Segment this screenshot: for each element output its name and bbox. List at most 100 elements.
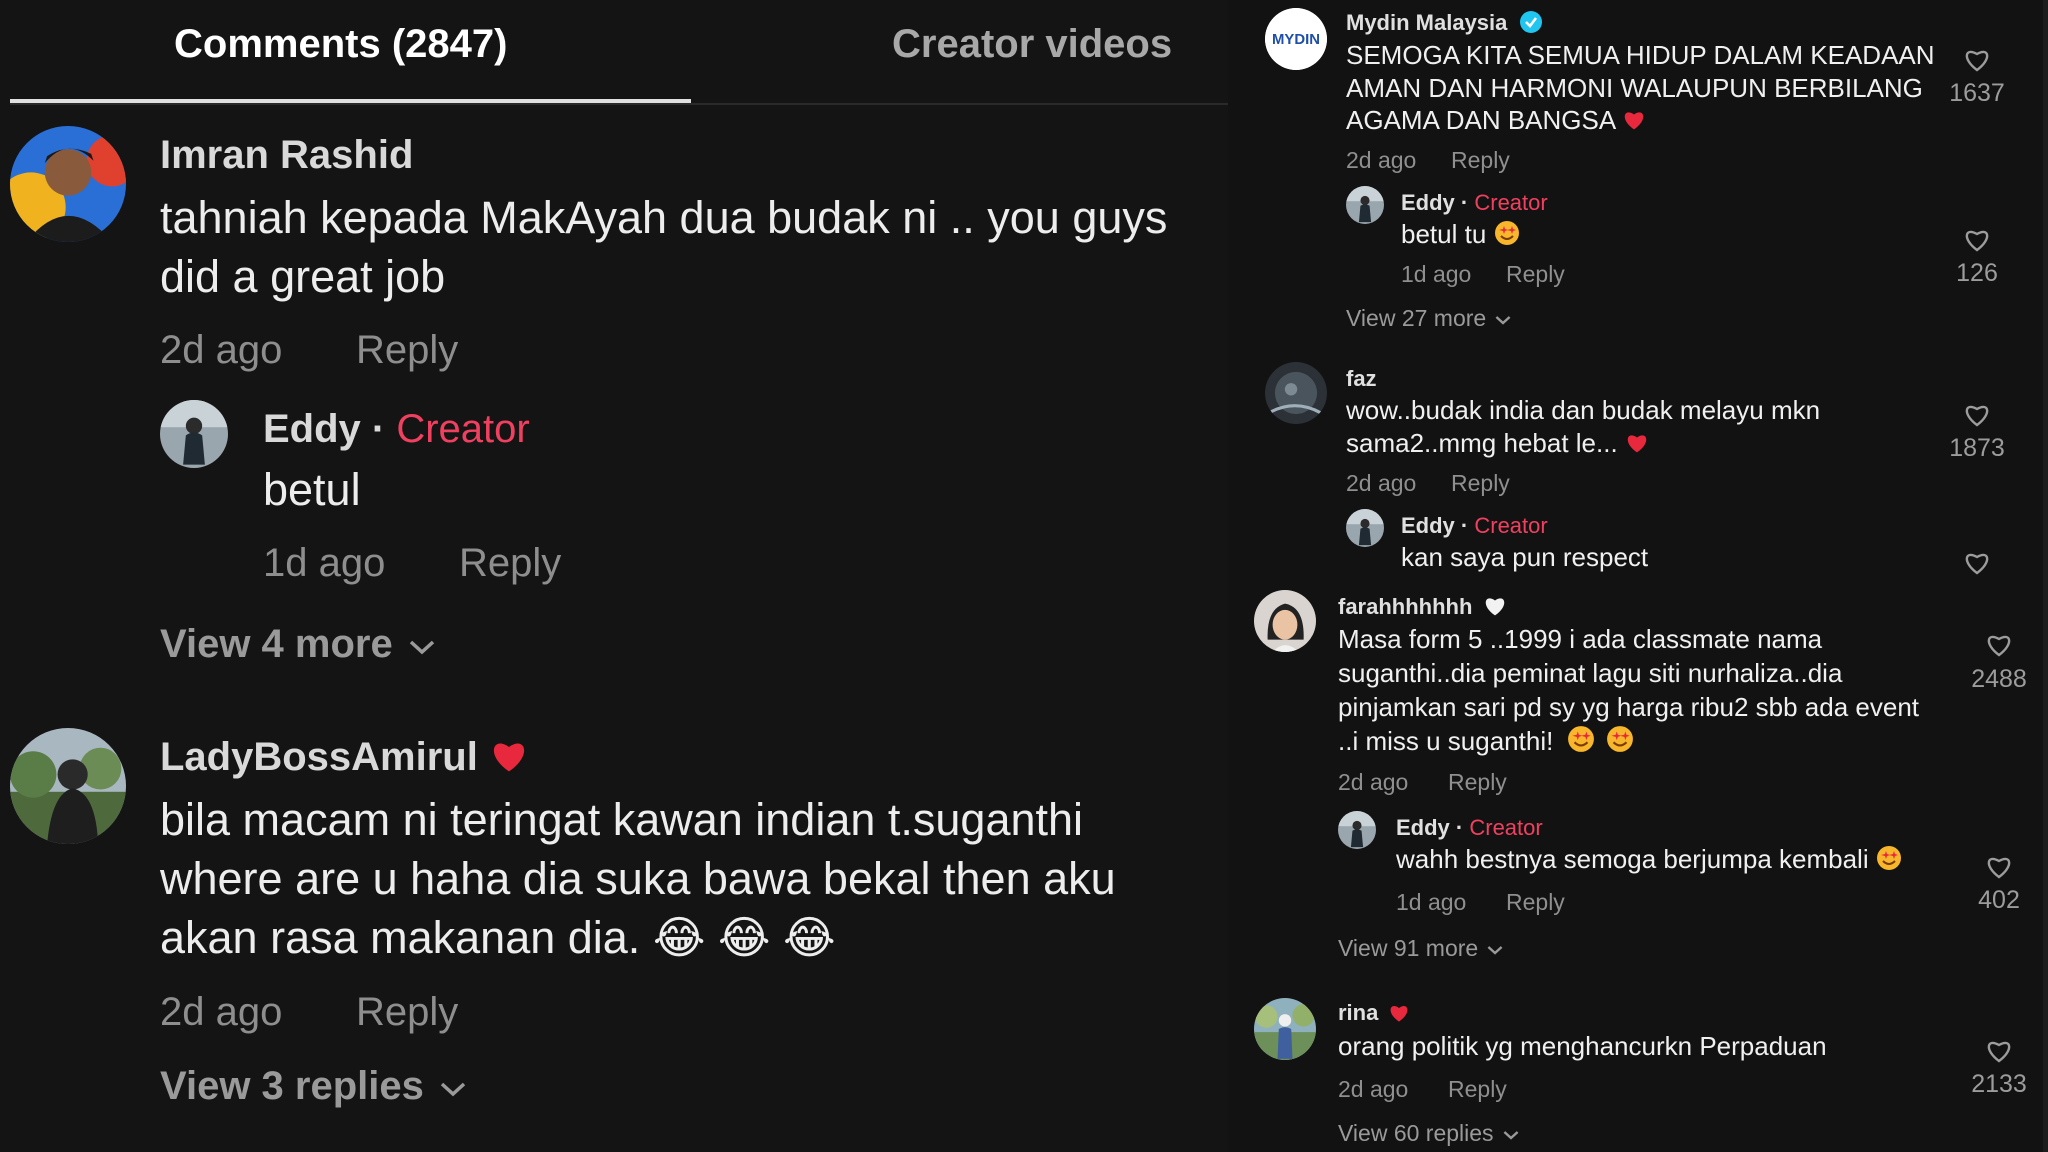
comment-timestamp: 2d ago (1338, 769, 1409, 795)
star-struck-emoji (1494, 220, 1520, 254)
tab-comments[interactable]: Comments (2847) (174, 22, 507, 67)
commenter-name[interactable]: Mydin Malaysia (1346, 10, 1542, 39)
commenter-name[interactable]: LadyBossAmirul (160, 735, 529, 784)
reply-timestamp: 1d ago (1401, 261, 1472, 287)
view-replies-label: View 3 replies (160, 1064, 424, 1108)
avatar[interactable] (10, 126, 126, 242)
view-more-replies[interactable]: View 91 more (1338, 935, 1504, 962)
reply-button[interactable]: Reply (1448, 1076, 1507, 1103)
view-more-replies[interactable]: View 4 more (160, 622, 437, 667)
reply-button[interactable]: Reply (356, 990, 458, 1035)
like-count: 126 (1956, 259, 1998, 287)
heart-icon[interactable] (1984, 852, 2014, 880)
comment-text-line: SEMOGA KITA SEMUA HIDUP DALAM KEADAAN (1346, 40, 1935, 70)
reply-author-name[interactable]: Eddy (1401, 190, 1455, 215)
heart-icon[interactable] (1962, 45, 1992, 73)
comment-text-line: akan rasa makanan dia. 😂 😂 😂 (160, 908, 836, 968)
reply-text-content: betul tu (1401, 219, 1487, 249)
commenter-name-text[interactable]: Mydin Malaysia (1346, 10, 1507, 35)
white-heart-emoji (1483, 595, 1507, 623)
comment-text-line: suganthi..dia peminat lagu siti nurhaliz… (1338, 658, 1843, 688)
reply-author[interactable]: Eddy · Creator (1401, 513, 1548, 539)
creator-badge: Creator (1474, 513, 1548, 538)
active-tab-indicator (10, 99, 691, 103)
comment-text: orang politik yg menghancurkn Perpaduan (1338, 1031, 1827, 1061)
creator-badge: Creator (1474, 190, 1548, 215)
avatar[interactable] (160, 400, 228, 468)
commenter-name[interactable]: faz (1346, 366, 1377, 392)
red-heart-emoji (1388, 1003, 1410, 1029)
reply-button[interactable]: Reply (1506, 889, 1565, 916)
separator: · (1449, 815, 1470, 840)
heart-icon[interactable] (1962, 225, 1992, 253)
like-count: 1873 (1949, 434, 2005, 462)
avatar[interactable] (1338, 811, 1376, 849)
commenter-name-text[interactable]: farahhhhhhh (1338, 594, 1472, 619)
commenter-name[interactable]: farahhhhhhh (1338, 594, 1507, 623)
star-struck-emoji (1567, 725, 1595, 761)
separator: · (360, 407, 397, 451)
tab-creator-videos[interactable]: Creator videos (892, 22, 1172, 67)
heart-icon[interactable] (1984, 1036, 2014, 1064)
reply-button[interactable]: Reply (459, 541, 561, 586)
avatar[interactable]: MYDIN (1265, 8, 1327, 70)
reply-author-name[interactable]: Eddy (1401, 513, 1455, 538)
like-count: 2133 (1971, 1070, 2027, 1098)
reply-button[interactable]: Reply (1448, 769, 1507, 796)
heart-icon[interactable] (1962, 400, 1992, 428)
reply-button[interactable]: Reply (1451, 470, 1510, 497)
like-count: 2488 (1971, 665, 2027, 693)
reply-button[interactable]: Reply (1451, 147, 1510, 174)
reply-button[interactable]: Reply (1506, 261, 1565, 288)
tab-divider (10, 103, 1228, 105)
reply-text: wahh bestnya semoga berjumpa kembali (1396, 843, 1902, 879)
avatar[interactable] (1254, 590, 1316, 652)
mydin-logo-text: MYDIN (1272, 32, 1320, 48)
avatar[interactable] (1346, 509, 1384, 547)
avatar[interactable] (1265, 362, 1327, 424)
avatar[interactable] (1254, 998, 1316, 1060)
heart-icon[interactable] (1984, 630, 2014, 658)
reply-author-name[interactable]: Eddy (263, 407, 361, 451)
commenter-name-text[interactable]: rina (1338, 1000, 1378, 1025)
star-struck-emoji (1606, 725, 1634, 761)
comment-text-line: pinjamkan sari pd sy yg harga ribu2 sbb … (1338, 692, 1920, 722)
commenter-name[interactable]: Imran Rashid (160, 133, 413, 178)
view-more-replies[interactable]: View 27 more (1346, 305, 1512, 332)
reply-author-name[interactable]: Eddy (1396, 815, 1450, 840)
commenter-name[interactable]: rina (1338, 1000, 1410, 1029)
like-count: 1637 (1949, 79, 2005, 107)
heart-icon[interactable] (1962, 548, 1992, 576)
view-more-label: View 4 more (160, 622, 393, 666)
red-heart-emoji (1625, 429, 1649, 462)
view-replies[interactable]: View 60 replies (1338, 1120, 1520, 1147)
view-more-label: View 27 more (1346, 305, 1487, 331)
creator-badge: Creator (396, 407, 530, 451)
avatar[interactable] (10, 728, 126, 844)
reply-author[interactable]: Eddy · Creator (1396, 815, 1543, 841)
reply-author[interactable]: Eddy · Creator (263, 407, 530, 452)
scrollbar[interactable] (2043, 0, 2048, 1152)
reply-author[interactable]: Eddy · Creator (1401, 190, 1548, 216)
comment-text: AGAMA DAN BANGSA (1346, 105, 1615, 135)
reply-text-content: wahh bestnya semoga berjumpa kembali (1396, 844, 1869, 874)
reply-timestamp: 1d ago (263, 541, 386, 585)
red-heart-emoji (489, 738, 529, 784)
chevron-down-icon (1494, 305, 1512, 332)
comment-timestamp: 2d ago (160, 990, 283, 1034)
chevron-down-icon (438, 1064, 468, 1109)
comment-text-line: did a great job (160, 251, 446, 302)
avatar[interactable] (1346, 186, 1384, 224)
reply-button[interactable]: Reply (356, 328, 458, 373)
laughing-emoji: 😂 😂 😂 (652, 912, 836, 963)
comment-text-line: wow..budak india dan budak melayu mkn (1346, 395, 1821, 425)
reply-text: kan saya pun respect (1401, 542, 1649, 572)
comment-text: sama2..mmg hebat le... (1346, 428, 1618, 458)
comment-text: ..i miss u suganthi! (1338, 726, 1554, 756)
chevron-down-icon (1486, 935, 1504, 962)
like-count: 402 (1978, 886, 2020, 914)
commenter-name-text[interactable]: LadyBossAmirul (160, 735, 478, 779)
separator: · (1454, 513, 1475, 538)
reply-text: betul tu (1401, 218, 1520, 254)
view-replies[interactable]: View 3 replies (160, 1064, 468, 1109)
